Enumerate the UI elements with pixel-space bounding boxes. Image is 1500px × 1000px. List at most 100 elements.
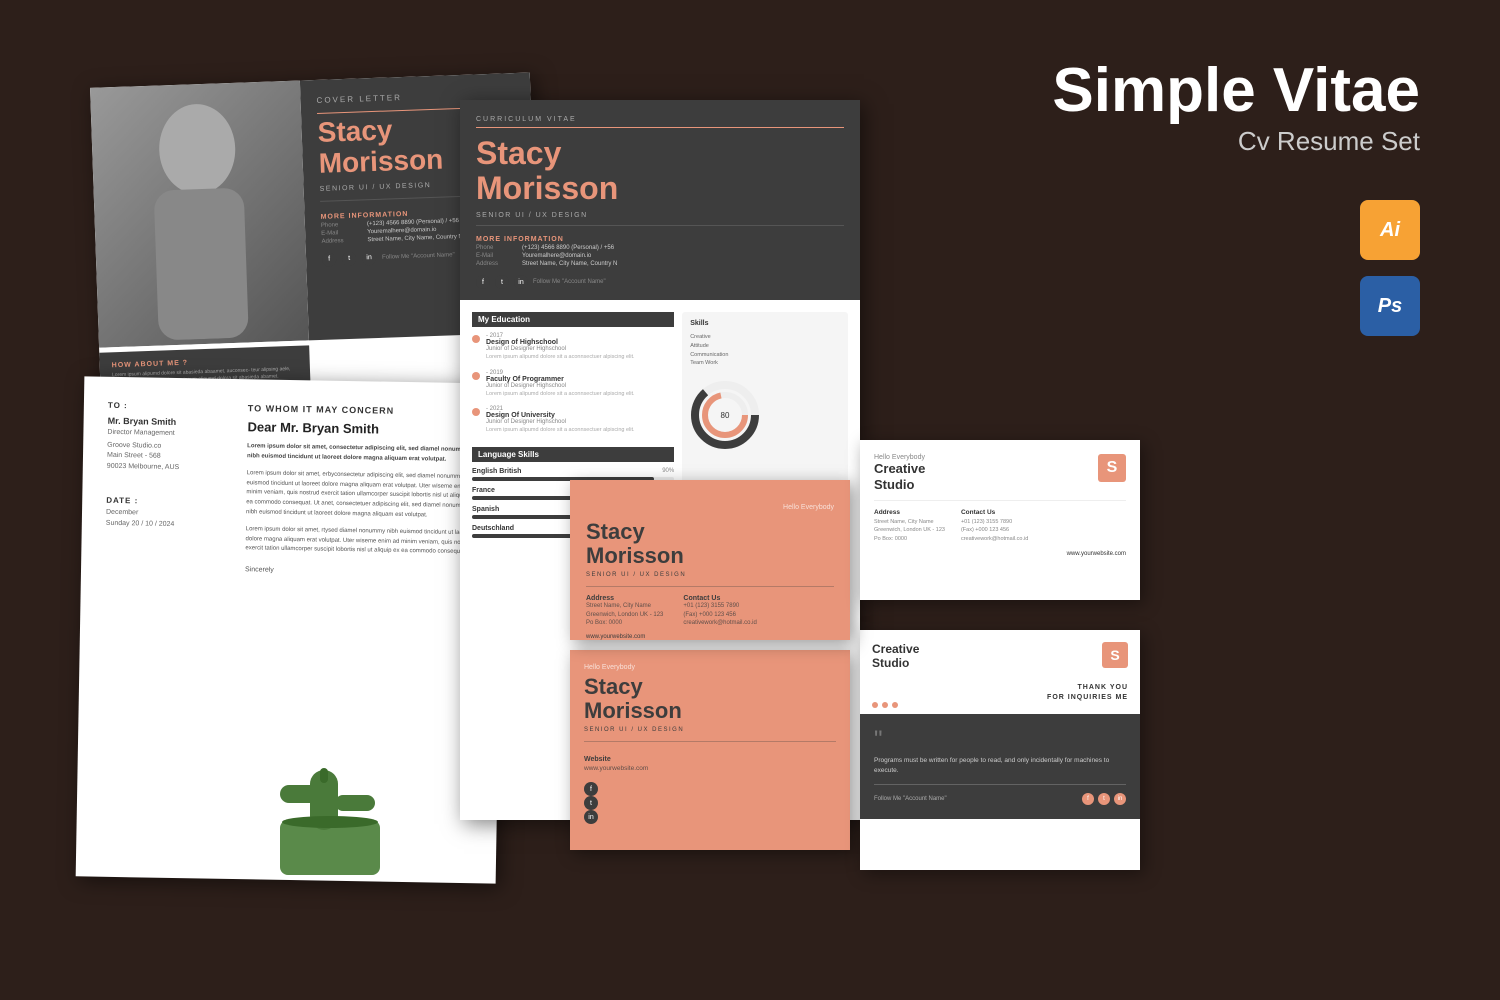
letter-para3: Lorem ipsum dolor sit amet, rtysed diame… [245,525,477,558]
cw-contact-text: +01 (123) 3155 7890(Fax) +000 123 456cre… [961,518,1028,543]
card-contact-text: +01 (123) 3155 7890(Fax) +000 123 456cre… [683,602,756,627]
tw-icon: t [342,251,356,265]
cpb-website-label: Website [584,756,836,763]
illustrator-icon: Ai [1360,200,1420,260]
to-name: Mr. Bryan Smith [108,416,238,428]
cv-info-label: MORE INFORMATION [476,236,844,243]
dot2 [882,702,888,708]
date-val: December Sunday 20 / 10 / 2024 [106,508,236,531]
skills-chart: 80 [690,380,760,450]
cdb-top: Creative Studio S [860,630,1140,683]
cpb-greeting: Hello Everybody [584,664,836,671]
edu-dot-1 [472,372,480,380]
dot1 [872,702,878,708]
photoshop-icon: Ps [1360,276,1420,336]
photo-inner [90,81,309,348]
cv-header: CURRICULUM VITAE Stacy Morisson SENIOR U… [460,100,860,300]
edu-dot-2 [472,408,480,416]
cpb-tw-icon: t [584,796,598,810]
to-company: Groove Studio.co Main Street - 568 90023… [107,440,238,474]
cover-photo [90,81,309,348]
software-icons-area: Ai Ps [1360,200,1420,336]
date-section: DATE : December Sunday 20 / 10 / 2024 [106,496,237,531]
cv-tw-icon: t [495,275,509,289]
cv-social: f t in Follow Me "Account Name" [476,275,844,289]
lang-section-title: Language Skills [472,447,674,462]
dear-line: Dear Mr. Bryan Smith [247,419,479,438]
cw-contact-title: Contact Us [961,509,1028,516]
card-pink-bottom: Hello Everybody Stacy Morisson SENIOR UI… [570,650,850,850]
cdb-logo-icon: S [1102,642,1128,668]
main-title: Simple Vitae [1052,60,1420,122]
edu-item-0: - 2017 Design of Highschool Junior of De… [472,333,674,362]
documents-area: COVER LETTER Stacy Morisson SENIOR UI / … [80,60,980,940]
card-pink-website: www.yourwebsite.com [586,634,834,640]
cv-info: MORE INFORMATION Phone (+123) 4566 8890 … [476,236,844,267]
card-addr1-text: Street Name, City NameGreenwich, London … [586,602,663,627]
card-contact-title: Contact Us [683,595,756,602]
cw-greeting: Hello Everybody [874,454,925,461]
cv-phone-row: Phone (+123) 4566 8890 (Personal) / +56 [476,245,844,251]
letter-para2: Lorem ipsum dolor sit amet, erbyconsecte… [246,469,479,521]
card-pink-address-area: Address Street Name, City NameGreenwich,… [586,595,834,627]
card-pink-greeting: Hello Everybody [783,504,834,511]
cdb-follow: Follow Me "Account Name" [874,796,947,802]
cv-email-row: E-Mail Youremalhere@domain.io [476,253,844,259]
cw-contact: Contact Us +01 (123) 3155 7890(Fax) +000… [961,509,1028,543]
cv-fb-icon: f [476,275,490,289]
cv-name: Stacy Morisson [476,136,844,206]
cdb-divider [874,784,1126,785]
social-follow: Follow Me "Account Name" [382,252,455,261]
cw-logo: Hello Everybody Creative Studio S [874,454,1126,492]
sub-title: Cv Resume Set [1052,126,1420,157]
date-label: DATE : [106,496,236,507]
cdb-ig-icon: in [1114,793,1126,805]
cdb-fb-icon: f [1082,793,1094,805]
card-dark-bottom: Creative Studio S THANK YOU FOR INQUIRIE… [860,630,1140,870]
edu-dot-0 [472,335,480,343]
cv-social-follow: Follow Me "Account Name" [533,279,606,285]
card-contact-col: Contact Us +01 (123) 3155 7890(Fax) +000… [683,595,756,627]
edu-item-1: - 2019 Faculty Of Programmer Junior of D… [472,370,674,399]
card-addr1-title: Address [586,595,663,602]
cw-addr1-text: Street Name, City NameGreenwich, London … [874,518,945,543]
cpb-name: Stacy Morisson [584,675,836,723]
cpb-title: SENIOR UI / UX DESIGN [584,727,836,733]
cw-addr1: Address Street Name, City NameGreenwich,… [874,509,945,543]
dot3 [892,702,898,708]
edu-item-2: - 2021 Design Of University Junior of De… [472,406,674,435]
cw-website: www.yourwebsite.com [874,551,1126,557]
cv-addr-row: Address Street Name, City Name, Country … [476,261,844,267]
cpb-fb-icon: f [584,782,598,796]
to-label: TO : [108,401,238,412]
ig-icon: in [362,251,376,265]
cw-addr1-title: Address [874,509,945,516]
card-white-top: Hello Everybody Creative Studio S Addres… [860,440,1140,600]
cdb-dots [860,702,1140,708]
title-area: Simple Vitae Cv Resume Set [1052,60,1420,157]
to-role: Director Management [107,428,237,441]
cw-logo-icon: S [1098,454,1126,482]
cactus-decoration [260,760,400,880]
cdb-quote: Programs must be written for people to r… [874,756,1126,776]
to-section: TO : Mr. Bryan Smith Director Management… [106,401,238,531]
svg-text:80: 80 [721,411,730,420]
cpb-social: f t in [584,782,836,824]
cdb-studio-text: Creative Studio [872,642,919,671]
person-svg [130,87,269,341]
cv-ig-icon: in [514,275,528,289]
card-pink-name: Stacy Morisson [586,520,834,568]
edu-section-title: My Education [472,312,674,327]
letter-para1: Lorem ipsum dolor sit amet, consectetur … [247,442,479,465]
cdb-right: S [1102,642,1128,668]
card-pink-title: SENIOR UI / UX DESIGN [586,572,834,578]
cw-addr-col: Address Street Name, City NameGreenwich,… [874,509,1126,543]
quote-icon: " [874,728,1126,752]
cw-studio-text: Hello Everybody Creative Studio [874,454,925,492]
cdb-studio: Creative Studio [872,642,919,671]
card-pink-top: Hello Everybody Stacy Morisson SENIOR UI… [570,480,850,640]
concern-title: TO WHOM IT MAY CONCERN [248,403,480,417]
letter-main-content: TO WHOM IT MAY CONCERN Dear Mr. Bryan Sm… [245,403,480,577]
cdb-social-icons: f t in [1082,793,1126,805]
cpb-website: www.yourwebsite.com [584,765,836,772]
